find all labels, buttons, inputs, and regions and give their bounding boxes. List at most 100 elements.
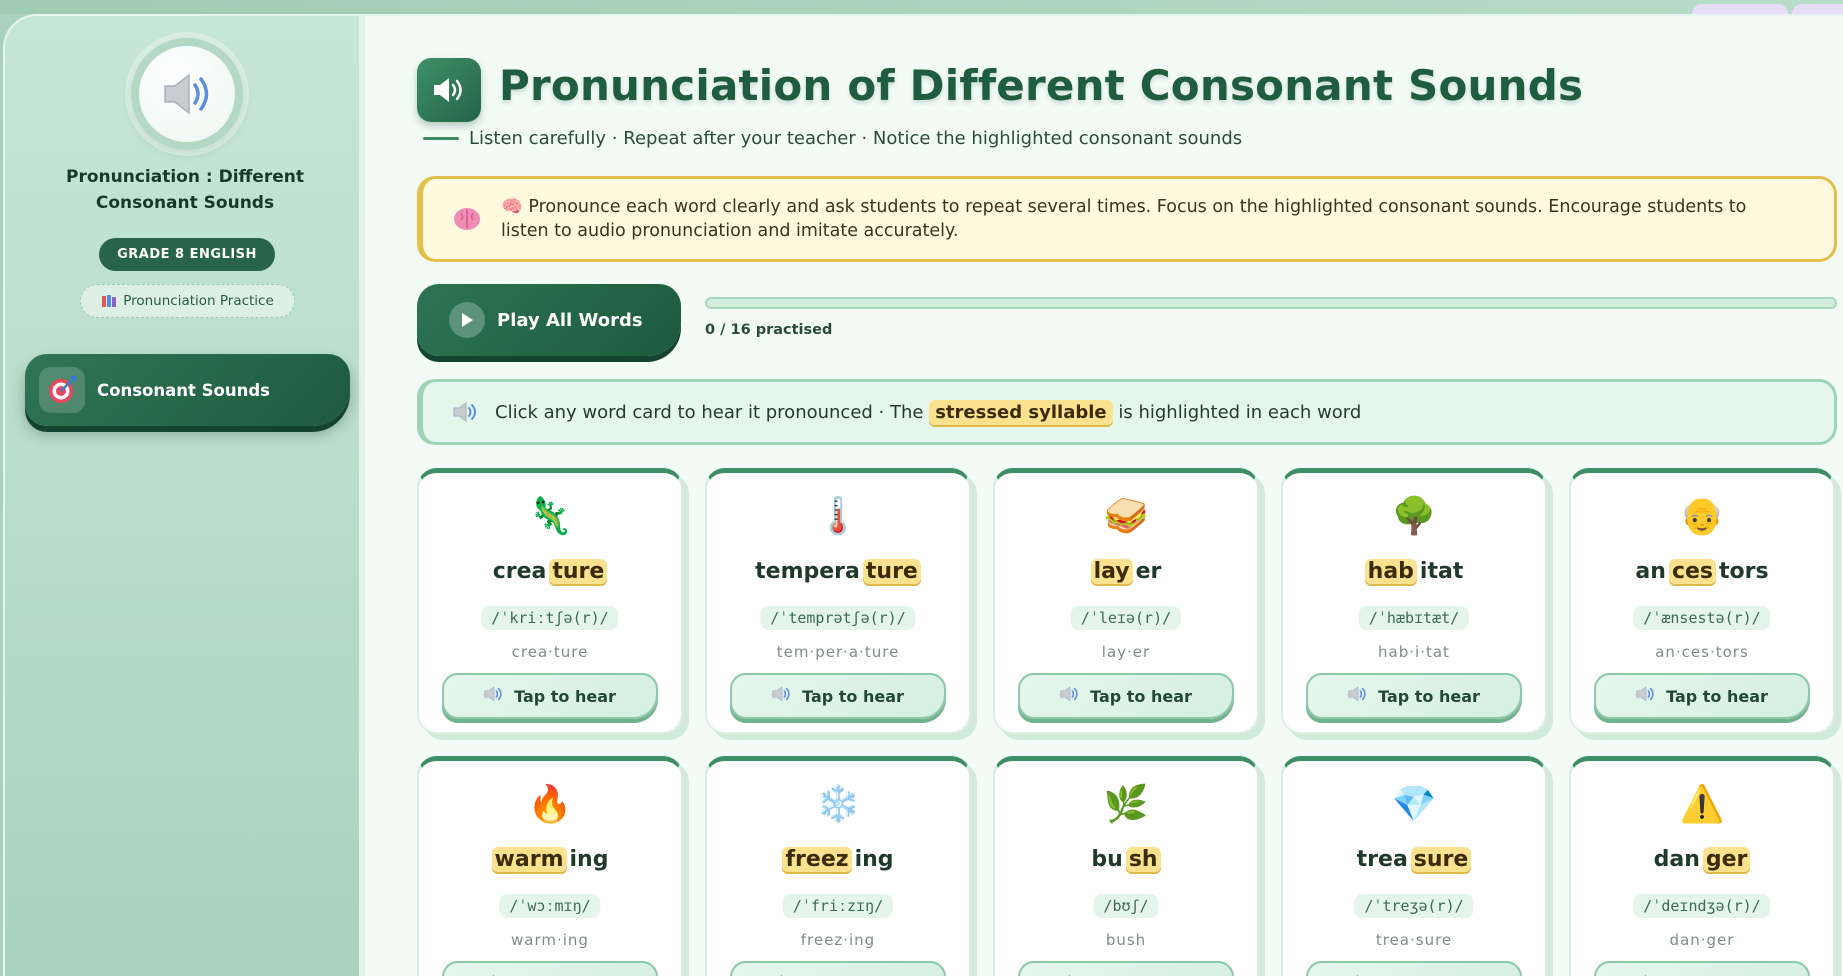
ipa-transcription: /ˈwɔːmɪŋ/ bbox=[499, 894, 601, 918]
tap-to-hear-button[interactable]: Tap to hear bbox=[730, 673, 946, 719]
stressed-syllable: sh bbox=[1125, 847, 1161, 872]
ipa-transcription: /ˈdeɪndʒə(r)/ bbox=[1633, 894, 1771, 918]
syllable: er bbox=[1135, 559, 1162, 584]
tap-to-hear-button[interactable]: Tap to hear bbox=[1018, 673, 1234, 719]
syllable: an bbox=[1635, 559, 1666, 584]
speaker-icon bbox=[1060, 686, 1080, 706]
tap-to-hear-button[interactable]: Tap to hear bbox=[1594, 961, 1810, 976]
stressed-syllable-tag: stressed syllable bbox=[929, 399, 1113, 425]
subtitle-text: Listen carefully · Repeat after your tea… bbox=[469, 128, 1243, 149]
tap-to-hear-button[interactable]: Tap to hear bbox=[442, 961, 658, 976]
tap-to-hear-button[interactable]: Tap to hear bbox=[1594, 673, 1810, 719]
word-card[interactable]: 🦎 crea ture/ˈkriːtʃə(r)/ crea·ture Tap to he… bbox=[417, 468, 683, 734]
ipa-transcription: /ˈtemprətʃə(r)/ bbox=[760, 606, 916, 630]
tap-to-hear-button[interactable]: Tap to hear bbox=[1018, 961, 1234, 976]
syllable-breakdown: freez·ing bbox=[800, 931, 876, 949]
stressed-syllable: warm bbox=[491, 847, 567, 872]
word-text: bu sh bbox=[995, 847, 1257, 872]
word-text: hab itat bbox=[1283, 559, 1545, 584]
top-strip bbox=[0, 0, 1843, 14]
syllable-breakdown: tem·per·a·ture bbox=[776, 643, 900, 661]
syllable: itat bbox=[1419, 559, 1464, 584]
stressed-syllable: ces bbox=[1668, 559, 1716, 584]
stressed-syllable: hab bbox=[1364, 559, 1417, 584]
speaker-small-icon bbox=[453, 402, 476, 422]
practice-pill-label: Pronunciation Practice bbox=[123, 293, 274, 309]
teacher-tip-box: 🧠 Pronounce each word clearly and ask st… bbox=[417, 176, 1837, 262]
ipa-transcription: /ˈænsestə(r)/ bbox=[1633, 606, 1771, 630]
syllable: ing bbox=[854, 847, 894, 872]
instruction-box: Click any word card to hear it pronounce… bbox=[417, 379, 1837, 445]
word-text: freez ing bbox=[707, 847, 969, 872]
syllable: crea bbox=[492, 559, 547, 584]
word-text: tempera ture bbox=[707, 559, 969, 584]
speaker-icon bbox=[484, 686, 504, 706]
word-text: warm ing bbox=[419, 847, 681, 872]
word-text: dan ger bbox=[1571, 847, 1833, 872]
word-card[interactable]: ❄️ freezing/ˈfriːzɪŋ/freez·ing Tap to hear bbox=[705, 756, 971, 976]
syllable: tempera bbox=[755, 559, 860, 584]
speaker-icon bbox=[164, 73, 209, 115]
syllable-breakdown: an·ces·tors bbox=[1655, 643, 1749, 661]
syllable: tors bbox=[1719, 559, 1769, 584]
word-card[interactable]: 🌿 bush/bʊʃ/bush Tap to hear bbox=[993, 756, 1259, 976]
books-icon bbox=[102, 295, 117, 307]
tap-to-hear-button[interactable]: Tap to hear bbox=[442, 673, 658, 719]
tap-to-hear-button[interactable]: Tap to hear bbox=[1306, 961, 1522, 976]
ipa-transcription: /ˈfriːzɪŋ/ bbox=[782, 894, 894, 918]
word-emoji-icon: 🥪 bbox=[1103, 496, 1149, 537]
word-text: lay er bbox=[995, 559, 1257, 584]
syllable: ing bbox=[569, 847, 609, 872]
syllable-breakdown: lay·er bbox=[1101, 643, 1151, 661]
syllable: bu bbox=[1091, 847, 1123, 872]
syllable-breakdown: dan·ger bbox=[1669, 931, 1735, 949]
tap-to-hear-label: Tap to hear bbox=[1090, 686, 1192, 706]
word-card[interactable]: 🔥 warming/ˈwɔːmɪŋ/warm·ing Tap to hear bbox=[417, 756, 683, 976]
progress-label: 0 / 16 practised bbox=[705, 322, 833, 338]
word-card[interactable]: 🌡️ tempera ture/ˈtemprətʃə(r)/ tem·per·a·tu… bbox=[705, 468, 971, 734]
subtitle-bar bbox=[423, 137, 459, 140]
speaker-icon bbox=[1636, 686, 1656, 706]
syllable-breakdown: warm·ing bbox=[511, 931, 589, 949]
word-card[interactable]: 👴 an ces tors/ˈænsestə(r)/ an·ces·tors Tap to… bbox=[1569, 468, 1835, 734]
syllable-breakdown: trea·sure bbox=[1375, 931, 1453, 949]
stressed-syllable: ger bbox=[1702, 847, 1751, 872]
word-emoji-icon: 👴 bbox=[1679, 496, 1725, 537]
play-icon bbox=[449, 302, 485, 338]
stressed-syllable: freez bbox=[782, 847, 852, 872]
sidebar-title: Pronunciation : Different Consonant Soun… bbox=[66, 167, 304, 213]
ipa-transcription: /ˈkriːtʃə(r)/ bbox=[481, 606, 619, 630]
tap-to-hear-label: Tap to hear bbox=[1666, 686, 1768, 706]
page-subtitle: Listen carefully · Repeat after your tea… bbox=[423, 128, 1242, 149]
tap-to-hear-button[interactable]: Tap to hear bbox=[1306, 673, 1522, 719]
stressed-syllable: sure bbox=[1410, 847, 1472, 872]
grade-badge: GRADE 8 ENGLISH bbox=[99, 238, 275, 271]
tap-to-hear-label: Tap to hear bbox=[802, 686, 904, 706]
app-window: Pronunciation : Different Consonant Soun… bbox=[3, 14, 1843, 976]
brain-icon bbox=[454, 208, 480, 230]
stressed-syllable: lay bbox=[1090, 559, 1133, 584]
word-card-grid: 🦎 crea ture/ˈkriːtʃə(r)/crea·ture Tap to he… bbox=[417, 468, 1843, 976]
stressed-syllable: ture bbox=[862, 559, 921, 584]
word-card[interactable]: ⚠️ danger/ˈdeɪndʒə(r)/ dan·ger Tap to hear bbox=[1569, 756, 1835, 976]
play-all-button[interactable]: Play All Words bbox=[417, 284, 681, 356]
speaker-icon bbox=[1348, 686, 1368, 706]
target-icon bbox=[39, 367, 85, 413]
word-card[interactable]: 🌳 hab itat/ˈhæbɪtæt/hab·i·tat Tap to hear bbox=[1281, 468, 1547, 734]
word-emoji-icon: 🌳 bbox=[1391, 496, 1437, 537]
teacher-tip-text: 🧠 Pronounce each word clearly and ask st… bbox=[501, 197, 1747, 241]
word-card[interactable]: 🥪 lay er/ˈleɪə(r)/ lay·er Tap to hear bbox=[993, 468, 1259, 734]
word-emoji-icon: 💎 bbox=[1391, 784, 1437, 825]
instruction-text: Click any word card to hear it pronounce… bbox=[495, 401, 924, 423]
tap-to-hear-button[interactable]: Tap to hear bbox=[730, 961, 946, 976]
sidebar: Pronunciation : Different Consonant Soun… bbox=[5, 16, 365, 976]
word-emoji-icon: 🦎 bbox=[527, 496, 573, 537]
syllable: dan bbox=[1653, 847, 1700, 872]
sidebar-item-consonant-sounds[interactable]: Consonant Sounds bbox=[25, 354, 350, 426]
ipa-transcription: /ˈtreʒə(r)/ bbox=[1354, 894, 1474, 918]
word-card[interactable]: 💎 treasure/ˈtreʒə(r)/ trea·sure Tap to hear bbox=[1281, 756, 1547, 976]
sidebar-item-label: Consonant Sounds bbox=[97, 380, 270, 400]
practice-pill: Pronunciation Practice bbox=[80, 284, 295, 318]
word-emoji-icon: ❄️ bbox=[815, 784, 861, 825]
syllable: trea bbox=[1356, 847, 1408, 872]
